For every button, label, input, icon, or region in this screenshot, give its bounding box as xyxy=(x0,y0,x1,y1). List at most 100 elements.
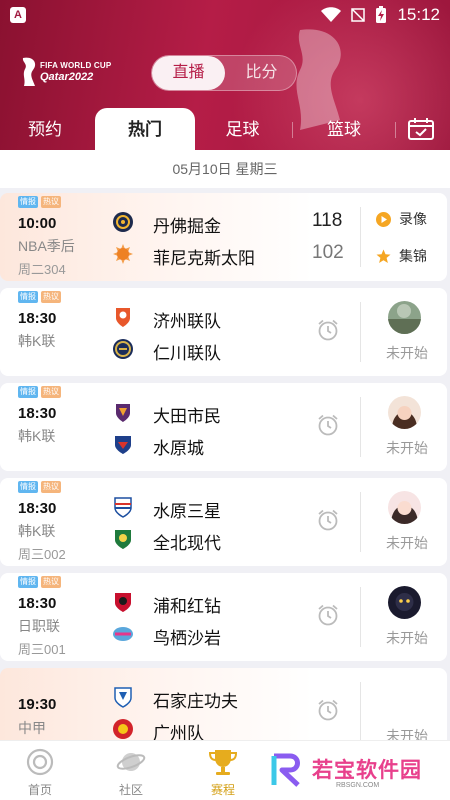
watermark-text: 若宝软件园 xyxy=(312,759,422,782)
match-code: 周三002 xyxy=(18,547,66,562)
tag-info: 情报 xyxy=(18,386,38,398)
home-team: 水原三星 xyxy=(153,502,221,521)
divider xyxy=(360,682,361,740)
home-team: 丹佛掘金 xyxy=(153,217,221,236)
match-status: 未开始 xyxy=(386,728,428,740)
replay-label: 录像 xyxy=(399,211,427,227)
suwon-fc-logo-icon xyxy=(115,436,131,454)
nav-home-label: 首页 xyxy=(27,783,52,797)
home-team: 浦和红钻 xyxy=(153,597,221,616)
away-team: 仁川联队 xyxy=(153,344,221,363)
match-card[interactable]: 情报 热议 18:30 韩K联 周三002 水原三星 全北现代 未开始 xyxy=(0,478,447,566)
nav-schedule[interactable]: 赛程 xyxy=(188,741,258,800)
away-team: 广州队 xyxy=(153,724,204,740)
away-team: 菲尼克斯太阳 xyxy=(153,249,255,268)
header-banner: A 15:12 FIFA WORLD CUP Qatar2022 直播 比分 预… xyxy=(0,0,450,150)
suwon-samsung-logo-icon xyxy=(114,497,132,518)
app-notification-icon: A xyxy=(10,7,26,23)
away-team: 水原城 xyxy=(153,439,204,458)
planet-icon xyxy=(116,753,146,771)
segment-live[interactable]: 直播 xyxy=(152,56,225,90)
logo-line1: FIFA WORLD CUP xyxy=(40,61,112,70)
highlights-label: 集锦 xyxy=(399,248,427,264)
divider xyxy=(360,397,361,457)
alarm-clock-icon[interactable] xyxy=(316,508,340,532)
tab-football[interactable]: 足球 xyxy=(195,108,290,150)
match-time: 19:30 xyxy=(18,696,57,713)
trophy-icon xyxy=(208,750,238,775)
match-card[interactable]: 19:30 中甲 石家庄功夫 广州队 未开始 xyxy=(0,668,447,740)
alarm-clock-icon[interactable] xyxy=(316,698,340,722)
watermark-logo-icon xyxy=(271,753,300,787)
suns-logo-icon xyxy=(113,244,133,264)
clock-time: 15:12 xyxy=(397,5,440,24)
watermark-sub: RBSGN.COM xyxy=(336,782,380,789)
league-name: NBA季后 xyxy=(18,238,75,254)
divider xyxy=(360,302,361,362)
calendar-icon[interactable] xyxy=(407,117,435,141)
league-name: 中甲 xyxy=(18,720,46,736)
tab-reserve[interactable]: 预约 xyxy=(0,108,90,150)
league-name: 韩K联 xyxy=(18,333,56,349)
shijiazhuang-logo-icon xyxy=(114,687,132,708)
play-icon xyxy=(376,211,391,227)
tag-hot: 热议 xyxy=(41,576,61,588)
alarm-clock-icon[interactable] xyxy=(316,413,340,437)
live-score-switch: 直播 比分 xyxy=(151,55,297,91)
tab-basketball[interactable]: 篮球 xyxy=(294,108,394,150)
tag-info: 情报 xyxy=(18,291,38,303)
wifi-icon xyxy=(321,7,342,22)
jeonbuk-logo-icon xyxy=(115,530,131,549)
tag-hot: 热议 xyxy=(41,481,61,493)
segment-score[interactable]: 比分 xyxy=(225,56,298,90)
match-status: 未开始 xyxy=(386,345,428,361)
match-time: 10:00 xyxy=(18,215,57,232)
tag-info: 情报 xyxy=(18,196,38,208)
match-status: 未开始 xyxy=(386,535,428,551)
avatar[interactable] xyxy=(388,301,421,334)
match-card[interactable]: 情报 热议 10:00 NBA季后 周二304 丹佛掘金 菲尼克斯太阳 118 … xyxy=(0,193,447,281)
nav-community[interactable]: 社区 xyxy=(96,741,166,800)
match-time: 18:30 xyxy=(18,500,57,517)
nav-home[interactable]: 首页 xyxy=(5,741,75,800)
match-code: 周二304 xyxy=(18,262,66,277)
tab-divider xyxy=(395,122,396,138)
away-team: 鸟栖沙岩 xyxy=(153,629,221,648)
sagan-tosu-logo-icon xyxy=(113,627,133,641)
match-time: 18:30 xyxy=(18,405,57,422)
match-card[interactable]: 情报 热议 18:30 韩K联 大田市民 水原城 未开始 xyxy=(0,383,447,471)
tab-hot[interactable]: 热门 xyxy=(95,108,195,150)
home-team: 石家庄功夫 xyxy=(153,692,238,711)
logo-line2: Qatar2022 xyxy=(40,71,94,83)
match-card[interactable]: 情报 热议 18:30 韩K联 济州联队 仁川联队 未开始 xyxy=(0,288,447,376)
nav-community-label: 社区 xyxy=(118,783,143,797)
urawa-logo-icon xyxy=(115,593,131,612)
alarm-clock-icon[interactable] xyxy=(316,318,340,342)
avatar[interactable] xyxy=(388,491,421,524)
league-name: 日职联 xyxy=(18,618,60,634)
tab-divider xyxy=(292,122,293,138)
daejeon-logo-icon xyxy=(116,404,130,422)
avatar[interactable] xyxy=(388,396,421,429)
match-card[interactable]: 情报 热议 18:30 日职联 周三001 浦和红钻 鸟栖沙岩 未开始 xyxy=(0,573,447,661)
replay-button[interactable]: 录像 xyxy=(376,209,427,229)
home-score: 118 xyxy=(312,210,343,231)
world-cup-logo: FIFA WORLD CUP Qatar2022 xyxy=(20,56,130,90)
date-header: 05月10日 星期三 xyxy=(0,150,450,188)
nuggets-logo-icon xyxy=(113,212,133,232)
divider xyxy=(360,492,361,552)
battery-charging-icon xyxy=(376,6,387,23)
star-icon xyxy=(376,249,391,263)
home-icon xyxy=(26,748,54,776)
home-team: 大田市民 xyxy=(153,407,221,426)
highlights-button[interactable]: 集锦 xyxy=(376,246,427,266)
category-tabs: 预约 热门 足球 篮球 xyxy=(0,108,450,150)
match-time: 18:30 xyxy=(18,595,57,612)
match-time: 18:30 xyxy=(18,310,57,327)
away-team: 全北现代 xyxy=(153,534,221,553)
tag-hot: 热议 xyxy=(41,196,61,208)
league-name: 韩K联 xyxy=(18,523,56,539)
incheon-logo-icon xyxy=(113,339,133,359)
avatar[interactable] xyxy=(388,586,421,619)
alarm-clock-icon[interactable] xyxy=(316,603,340,627)
